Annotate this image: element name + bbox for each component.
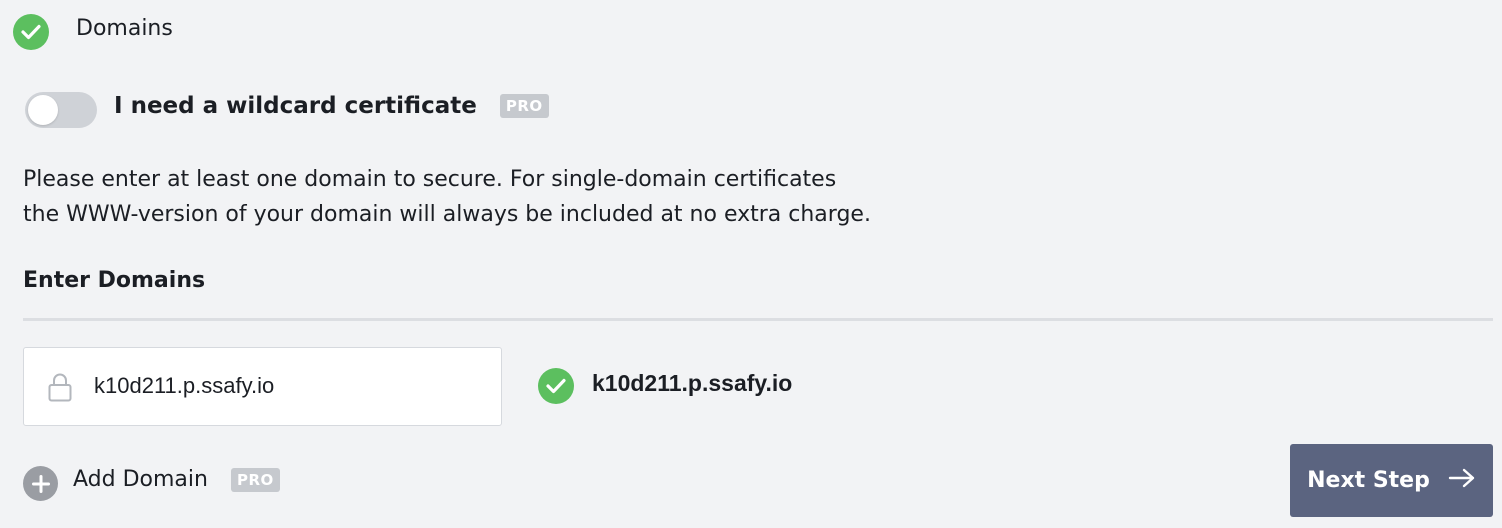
domains-complete-check-icon (13, 14, 49, 50)
next-step-button[interactable]: Next Step (1290, 444, 1493, 517)
domain-input-field[interactable]: k10d211.p.ssafy.io (23, 347, 502, 426)
enter-domains-heading: Enter Domains (23, 268, 206, 293)
wildcard-toggle[interactable] (25, 92, 97, 128)
plus-circle-icon[interactable] (23, 466, 58, 501)
divider (23, 318, 1493, 321)
add-domain-button[interactable]: Add Domain PRO (73, 467, 280, 492)
lock-icon (48, 372, 72, 406)
domain-info-text: Please enter at least one domain to secu… (23, 162, 923, 232)
info-line-2: the WWW-version of your domain will alwa… (23, 202, 871, 227)
validated-domain-text: k10d211.p.ssafy.io (592, 370, 793, 396)
next-step-label: Next Step (1307, 468, 1430, 493)
domain-input-value: k10d211.p.ssafy.io (94, 373, 275, 398)
add-domain-label: Add Domain (73, 467, 208, 492)
info-line-1: Please enter at least one domain to secu… (23, 167, 837, 192)
toggle-knob (28, 95, 58, 125)
domain-valid-check-icon (538, 368, 574, 404)
pro-badge: PRO (230, 468, 280, 492)
pro-badge: PRO (499, 94, 549, 118)
arrow-right-icon (1448, 468, 1476, 494)
wildcard-toggle-label[interactable]: I need a wildcard certificate PRO (114, 93, 549, 119)
wildcard-label-text: I need a wildcard certificate (114, 93, 477, 119)
section-title: Domains (76, 16, 173, 41)
